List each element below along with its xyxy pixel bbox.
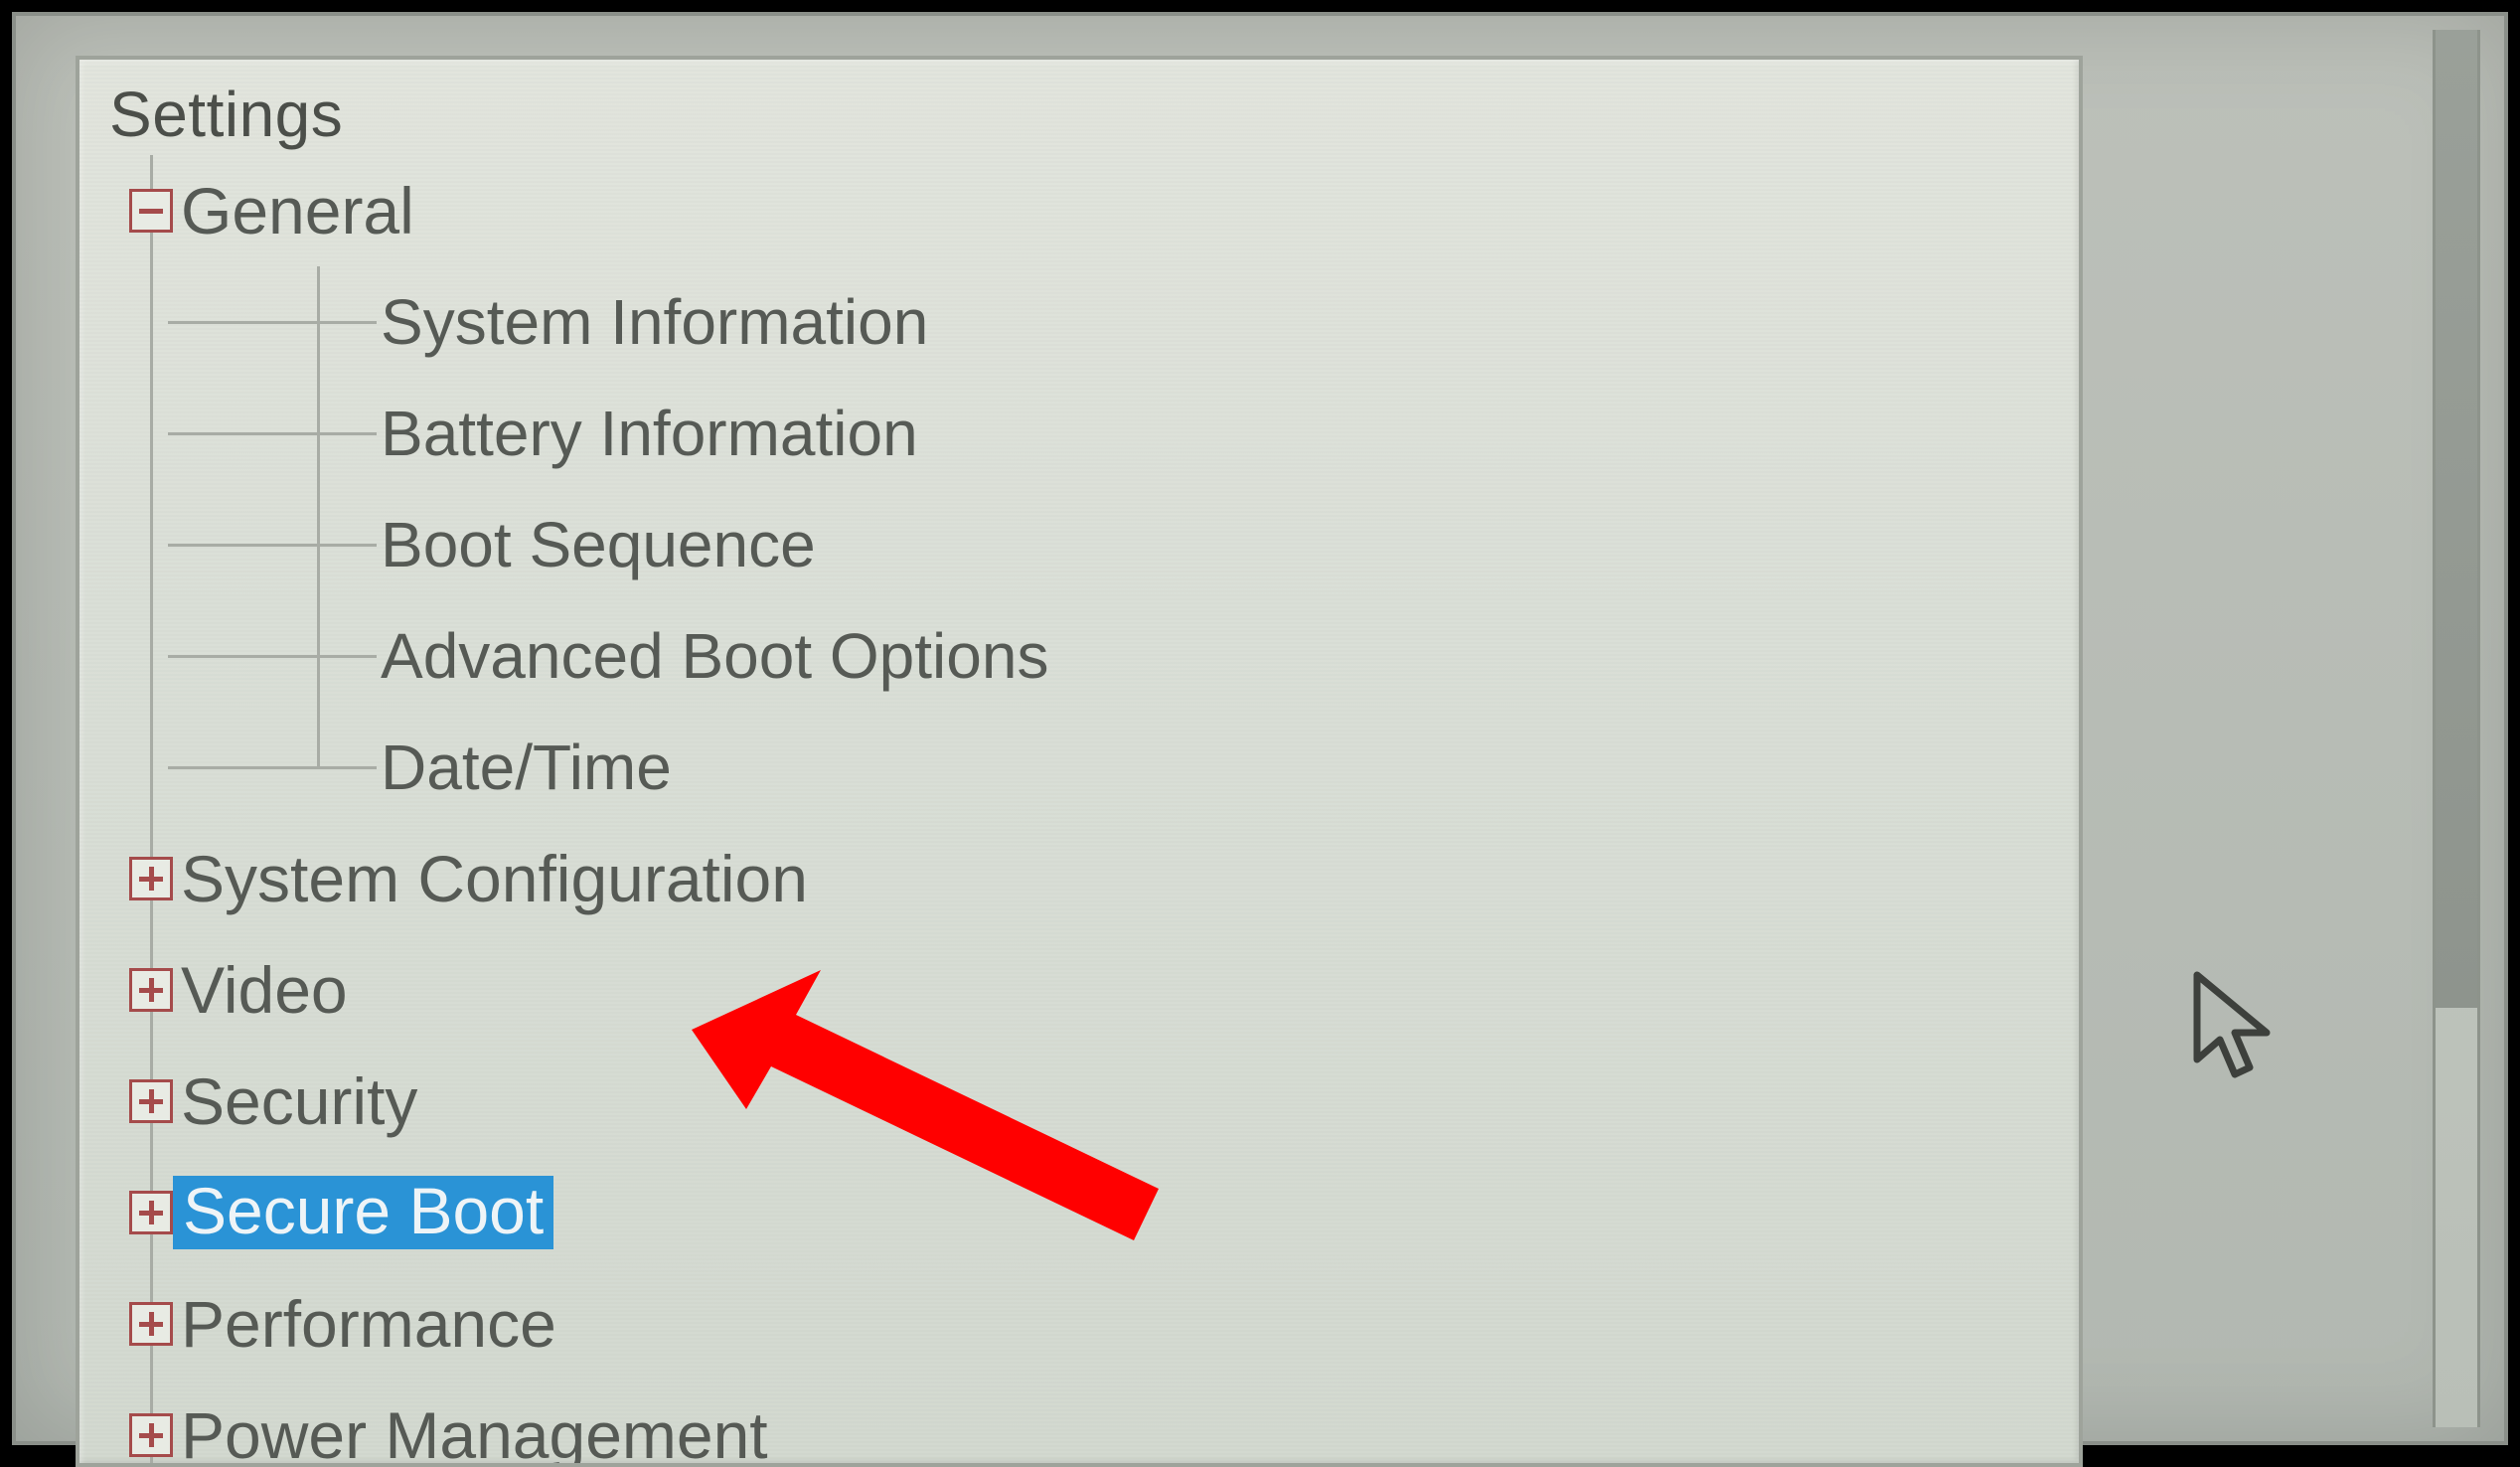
- tree-node-security[interactable]: Security: [113, 1046, 2049, 1157]
- tree-node-performance[interactable]: Performance: [113, 1268, 2049, 1380]
- tree-node-general[interactable]: General: [113, 155, 2049, 266]
- tree-node-label-selected[interactable]: Secure Boot: [173, 1176, 553, 1249]
- tree-item-label[interactable]: Advanced Boot Options: [381, 619, 1048, 693]
- tree-item-label[interactable]: Battery Information: [381, 397, 918, 470]
- expand-icon[interactable]: [129, 857, 173, 900]
- tree-node-system-configuration[interactable]: System Configuration: [113, 823, 2049, 934]
- tree-node-label[interactable]: System Configuration: [173, 846, 816, 911]
- tree-item-advanced-boot-options[interactable]: Advanced Boot Options: [113, 600, 2049, 712]
- tree-item-label[interactable]: Date/Time: [381, 731, 672, 804]
- tree-trunk-line: [150, 155, 153, 1467]
- tree-node-label[interactable]: General: [173, 178, 422, 244]
- collapse-icon[interactable]: [129, 189, 173, 233]
- expand-icon[interactable]: [129, 968, 173, 1012]
- settings-tree: General System Information Battery Infor…: [113, 155, 2049, 1467]
- tree-node-video[interactable]: Video: [113, 934, 2049, 1046]
- general-children: System Information Battery Information B…: [113, 266, 2049, 823]
- tree-node-label[interactable]: Power Management: [173, 1402, 776, 1467]
- tree-item-date-time[interactable]: Date/Time: [113, 712, 2049, 823]
- tree-node-secure-boot[interactable]: Secure Boot: [113, 1157, 2049, 1268]
- tree-node-label[interactable]: Security: [173, 1068, 425, 1134]
- expand-icon[interactable]: [129, 1413, 173, 1457]
- scrollbar-thumb[interactable]: [2436, 30, 2477, 1008]
- tree-node-label[interactable]: Performance: [173, 1291, 564, 1357]
- tree-item-system-information[interactable]: System Information: [113, 266, 2049, 378]
- settings-tree-panel: Settings General Sy: [76, 56, 2083, 1467]
- window-border: Settings General Sy: [12, 12, 2508, 1445]
- expand-icon[interactable]: [129, 1302, 173, 1346]
- screenshot-frame: Settings General Sy: [0, 0, 2520, 1457]
- mouse-cursor-icon: [2192, 970, 2282, 1089]
- tree-item-label[interactable]: Boot Sequence: [381, 508, 816, 581]
- expand-icon[interactable]: [129, 1079, 173, 1123]
- expand-icon[interactable]: [129, 1191, 173, 1234]
- vertical-scrollbar[interactable]: [2433, 30, 2480, 1427]
- tree-node-label[interactable]: Video: [173, 957, 356, 1023]
- tree-item-boot-sequence[interactable]: Boot Sequence: [113, 489, 2049, 600]
- tree-child-trunk: [317, 266, 320, 767]
- tree-root-label[interactable]: Settings: [109, 78, 2049, 151]
- tree-node-power-management[interactable]: Power Management: [113, 1380, 2049, 1467]
- tree-item-battery-information[interactable]: Battery Information: [113, 378, 2049, 489]
- tree-item-label[interactable]: System Information: [381, 285, 928, 359]
